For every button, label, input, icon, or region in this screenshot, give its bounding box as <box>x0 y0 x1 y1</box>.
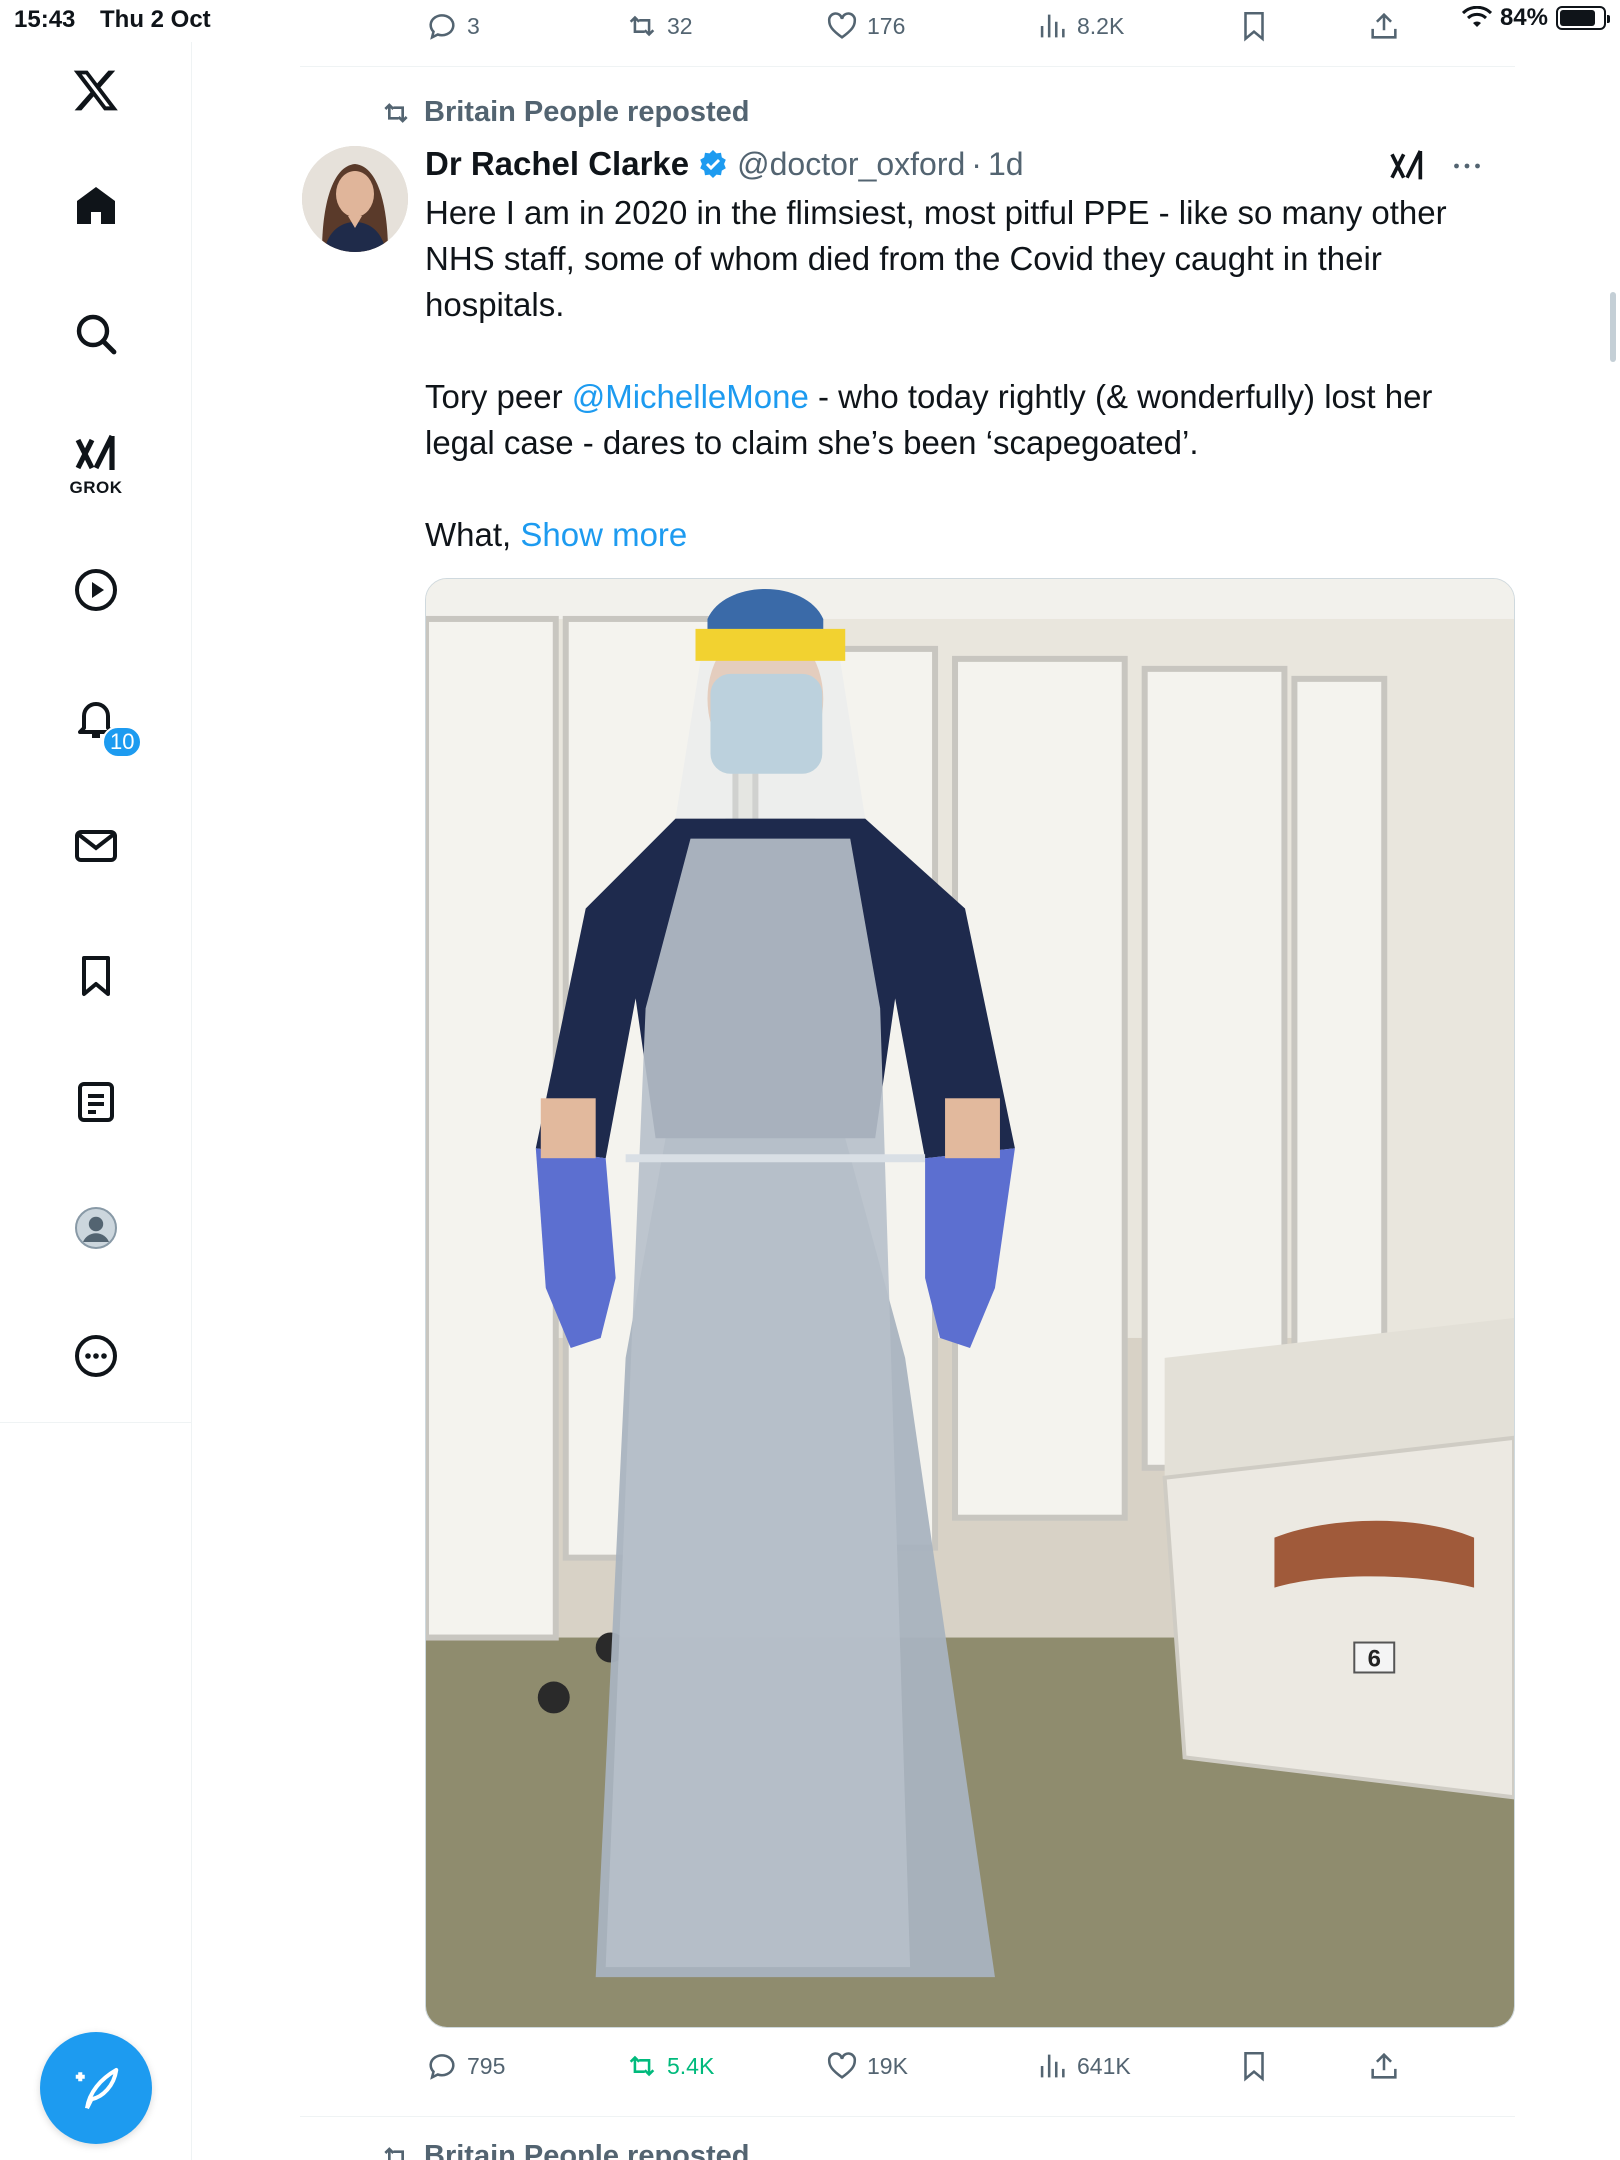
repost-icon <box>629 2055 655 2077</box>
tweet-paragraph-3-prefix: What, <box>425 516 521 553</box>
like-heart-icon <box>827 2052 857 2079</box>
bookmark-icon <box>1244 2051 1264 2082</box>
tweet-paragraph-2: Tory peer @MichelleMone - who today righ… <box>425 374 1505 466</box>
share-icon <box>1371 12 1397 39</box>
repost-context[interactable]: Britain People reposted <box>380 96 750 129</box>
scrollbar[interactable] <box>1610 292 1616 362</box>
tweet-divider <box>300 2116 1515 2117</box>
tweet-paragraph-1: Here I am in 2020 in the flimsiest, most… <box>425 194 1447 323</box>
bookmark-button[interactable] <box>1237 9 1271 43</box>
views-button[interactable]: 641K <box>1035 2049 1131 2083</box>
views-button[interactable]: 8.2K <box>1035 9 1124 43</box>
reply-icon <box>429 14 455 40</box>
tweet-actions: 795 5.4K 19K 641K <box>425 2044 1425 2088</box>
x-logo-icon[interactable] <box>66 60 126 120</box>
tweet-timestamp[interactable]: 1d <box>988 146 1024 183</box>
prev-tweet-actions: 3 32 176 8.2K <box>425 4 1425 48</box>
compose-post-icon <box>75 2067 119 2110</box>
reply-icon <box>429 2054 455 2080</box>
views-count: 8.2K <box>1077 12 1125 39</box>
bookmarks-icon[interactable] <box>66 946 126 1006</box>
reply-count: 3 <box>467 12 480 39</box>
like-heart-icon <box>827 12 857 39</box>
status-date: Thu 2 Oct <box>100 6 211 33</box>
timeline: 3 32 176 8.2K Britain People reposted Dr… <box>300 0 1515 2160</box>
share-icon <box>1371 2052 1397 2079</box>
author-handle[interactable]: @doctor_oxford <box>737 146 965 183</box>
like-button[interactable]: 176 <box>825 9 905 43</box>
bookmark-button[interactable] <box>1237 2049 1271 2083</box>
tweet-paragraph-2-prefix: Tory peer <box>425 378 572 415</box>
tweet-header: Dr Rachel Clarke @doctor_oxford · 1d <box>425 142 1485 186</box>
like-count: 19K <box>867 2052 908 2079</box>
repost-button[interactable]: 5.4K <box>625 2049 714 2083</box>
search-icon[interactable] <box>66 304 126 364</box>
compose-post-button[interactable] <box>40 2032 152 2144</box>
share-button[interactable] <box>1367 9 1401 43</box>
repost-count: 32 <box>667 12 693 39</box>
views-chart-icon <box>1040 14 1065 38</box>
reply-button[interactable]: 795 <box>425 2049 505 2083</box>
tweet-more-icon[interactable] <box>1449 148 1485 184</box>
author-name[interactable]: Dr Rachel Clarke <box>425 145 689 183</box>
views-chart-icon <box>1040 2054 1065 2078</box>
author-avatar[interactable] <box>302 146 408 252</box>
home-icon[interactable] <box>66 176 126 236</box>
grok-icon[interactable] <box>66 424 126 484</box>
messages-envelope-icon[interactable] <box>66 816 126 876</box>
grok-label: GROK <box>69 478 123 497</box>
battery-icon <box>1556 6 1610 30</box>
reply-count: 795 <box>467 2052 506 2079</box>
notifications-badge: 10 <box>102 726 143 758</box>
next-repost-context-text: Britain People reposted <box>424 2140 750 2160</box>
like-button[interactable]: 19K <box>825 2049 908 2083</box>
profile-avatar-icon[interactable] <box>66 1198 126 1258</box>
repost-icon <box>384 2146 407 2160</box>
show-more-link[interactable]: Show more <box>520 516 687 553</box>
meta-separator: · <box>971 145 982 182</box>
repost-context-text: Britain People reposted <box>424 96 750 128</box>
repost-icon <box>629 15 655 37</box>
tweet-photo[interactable]: 6 <box>425 578 1515 2028</box>
views-count: 641K <box>1077 2052 1131 2079</box>
repost-count: 5.4K <box>667 2052 715 2079</box>
reply-button[interactable]: 3 <box>425 9 480 43</box>
repost-button[interactable]: 32 <box>625 9 693 43</box>
repost-icon <box>384 102 408 123</box>
tweet-divider <box>300 66 1515 67</box>
grok-explain-icon[interactable] <box>1387 146 1427 186</box>
like-count: 176 <box>867 12 906 39</box>
bookmark-icon <box>1244 11 1264 42</box>
status-time: 15:43 <box>14 6 76 33</box>
next-repost-context[interactable]: Britain People reposted <box>380 2140 750 2160</box>
photo-bed-number: 6 <box>1368 1645 1381 1672</box>
verified-badge-icon <box>700 150 726 178</box>
sidebar-divider <box>0 1422 192 1423</box>
lists-icon[interactable] <box>66 1072 126 1132</box>
more-icon[interactable] <box>66 1326 126 1386</box>
share-button[interactable] <box>1367 2049 1401 2083</box>
tweet-paragraph-3: What, Show more <box>425 512 1505 558</box>
sidebar-nav: GROK 10 <box>0 42 192 2160</box>
video-play-icon[interactable] <box>66 560 126 620</box>
tweet-text: Here I am in 2020 in the flimsiest, most… <box>425 190 1505 558</box>
mention-link[interactable]: @MichelleMone <box>572 378 809 415</box>
